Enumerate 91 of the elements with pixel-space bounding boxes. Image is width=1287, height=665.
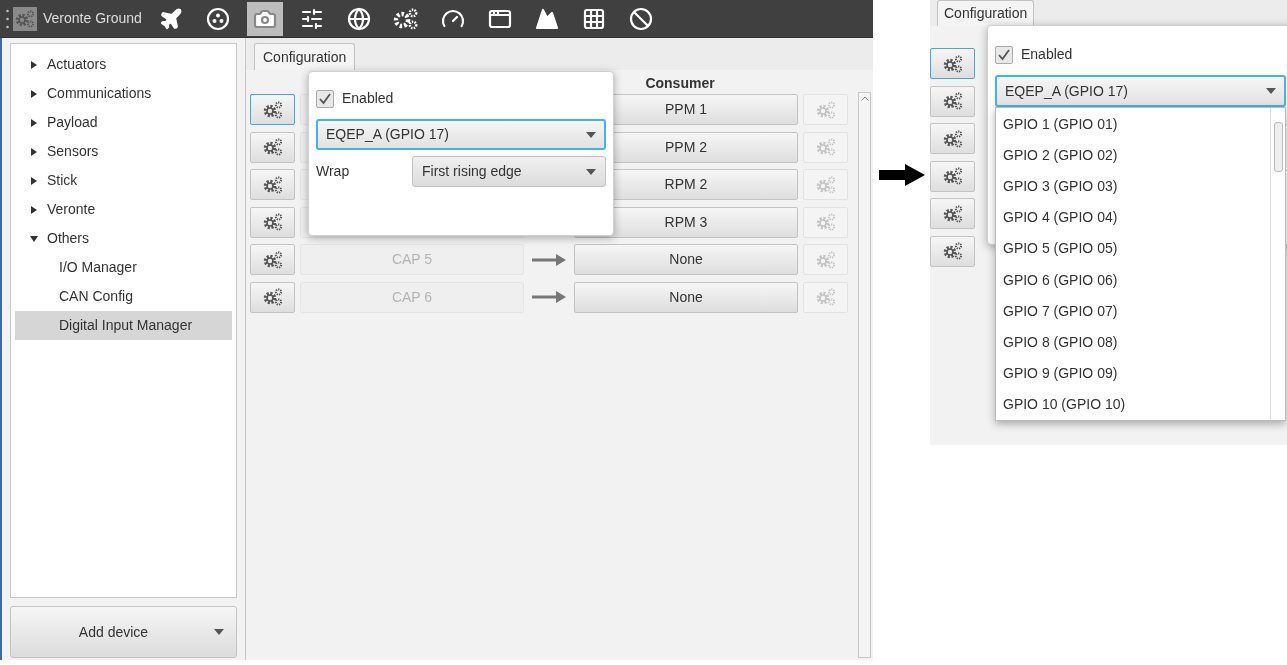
gears-button[interactable] <box>250 281 295 313</box>
tree-item[interactable]: Sensors <box>11 137 236 166</box>
gears-icon <box>814 174 837 195</box>
option-item[interactable]: GPIO 2 (GPIO 02) <box>996 140 1270 172</box>
gears-button[interactable] <box>930 235 975 267</box>
tree-item[interactable]: Actuators <box>11 50 236 79</box>
three-dots-circle-icon <box>205 6 230 31</box>
dropdown-caret-icon <box>586 131 596 138</box>
right-arrow-icon <box>878 164 925 186</box>
gears-icon <box>814 99 837 120</box>
gears-icon <box>814 137 837 158</box>
collapsed-triangle-icon <box>30 147 38 156</box>
sliders-icon <box>299 6 324 31</box>
collapsed-triangle-icon <box>30 60 38 69</box>
gears-icon <box>261 212 284 233</box>
gears-icon <box>941 91 964 112</box>
option-item[interactable]: GPIO 10 (GPIO 10) <box>996 388 1270 420</box>
gears-button[interactable] <box>930 160 975 192</box>
source-dropdown[interactable]: EQEP_A (GPIO 17) <box>316 119 606 150</box>
gears-icon <box>941 241 964 262</box>
option-item[interactable]: GPIO 5 (GPIO 05) <box>996 233 1270 265</box>
gears-icon <box>391 6 420 31</box>
gears-button[interactable] <box>930 48 975 79</box>
gears-icon <box>941 166 964 187</box>
configuration-tab[interactable]: Configuration <box>254 43 356 70</box>
mountain-icon <box>534 6 559 31</box>
scrollbar[interactable] <box>1270 108 1285 420</box>
consumer-button[interactable]: None <box>574 244 798 276</box>
wrap-label: Wrap <box>316 162 351 181</box>
grid-icon <box>581 6 606 31</box>
gears-button[interactable] <box>250 131 295 163</box>
expanded-triangle-icon <box>30 234 38 243</box>
globe-icon <box>346 6 371 31</box>
tree-item[interactable]: CAN Config <box>15 282 232 311</box>
gears-button[interactable] <box>930 198 975 230</box>
option-item[interactable]: GPIO 4 (GPIO 04) <box>996 202 1270 234</box>
collapsed-triangle-icon <box>30 118 38 127</box>
gears-button[interactable] <box>250 94 295 125</box>
add-device-button[interactable]: Add device <box>10 606 237 658</box>
scroll-up-icon[interactable] <box>860 96 869 101</box>
gears-icon <box>261 287 284 308</box>
dropdown-caret-icon <box>586 168 596 175</box>
right-arrow-icon <box>532 253 566 266</box>
tree-item[interactable]: Communications <box>11 79 236 108</box>
option-item[interactable]: GPIO 9 (GPIO 09) <box>996 357 1270 389</box>
gears-button[interactable] <box>930 85 975 117</box>
consumer-button[interactable]: None <box>574 281 798 313</box>
column-header: Consumer <box>644 73 716 93</box>
wrap-dropdown[interactable]: First rising edge <box>412 156 606 187</box>
gears-icon <box>941 53 964 74</box>
right-arrow-icon <box>532 291 566 304</box>
tree-item[interactable]: Payload <box>11 108 236 137</box>
collapsed-triangle-icon <box>30 176 38 185</box>
gears-icon <box>814 287 837 308</box>
configuration-tab[interactable]: Configuration <box>937 0 1035 26</box>
prohibited-icon <box>628 6 653 31</box>
option-item[interactable]: GPIO 7 (GPIO 07) <box>996 295 1270 327</box>
enabled-label: Enabled <box>1021 45 1073 64</box>
gears-button[interactable] <box>250 206 295 238</box>
gears-icon <box>261 137 284 158</box>
tree-item[interactable]: I/O Manager <box>15 253 232 282</box>
tree-item[interactable]: Others <box>11 224 236 253</box>
gears-icon <box>261 174 284 195</box>
gears-icon <box>941 128 964 149</box>
gears-button[interactable] <box>250 244 295 276</box>
collapsed-triangle-icon <box>30 205 38 214</box>
checkbox[interactable] <box>995 45 1013 64</box>
tree-item[interactable]: Stick <box>11 166 236 195</box>
gears-button[interactable] <box>250 169 295 201</box>
scrollbar[interactable] <box>858 92 871 658</box>
gears-button[interactable] <box>930 123 975 155</box>
gears-icon <box>261 249 284 270</box>
option-item[interactable]: GPIO 8 (GPIO 08) <box>996 326 1270 358</box>
gears-icon <box>261 99 284 120</box>
dropdown-caret-icon <box>1266 88 1276 94</box>
option-item[interactable]: GPIO 3 (GPIO 03) <box>996 171 1270 203</box>
plane-icon <box>158 6 183 31</box>
tree-item[interactable]: Digital Input Manager <box>15 311 232 340</box>
gears-icon <box>814 249 837 270</box>
dropdown-caret-icon <box>214 629 224 635</box>
tree-item[interactable]: Veronte <box>11 195 236 224</box>
gears-icon <box>941 203 964 224</box>
collapsed-triangle-icon <box>30 89 38 98</box>
option-item[interactable]: GPIO 6 (GPIO 06) <box>996 264 1270 296</box>
source-dropdown[interactable]: EQEP_A (GPIO 17) <box>995 75 1286 107</box>
checkbox[interactable] <box>316 89 334 108</box>
option-item[interactable]: GPIO 1 (GPIO 01) <box>996 109 1270 141</box>
enabled-label: Enabled <box>342 89 394 108</box>
gears-icon <box>814 212 837 233</box>
app-title: Veronte Ground <box>43 9 142 28</box>
camera-tool[interactable] <box>246 1 283 36</box>
